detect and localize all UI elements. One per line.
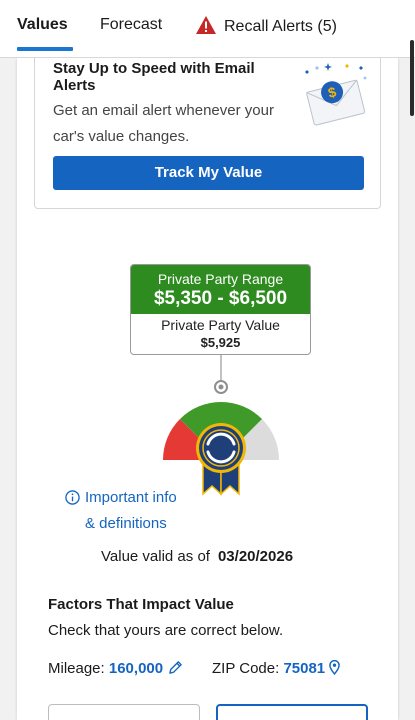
track-my-value-button[interactable]: Track My Value — [53, 156, 364, 190]
mileage-row: Mileage: 160,000 — [48, 660, 183, 677]
factors-subtitle: Check that yours are correct below. — [48, 622, 284, 639]
tab-recall-alerts[interactable]: Recall Alerts (5) — [196, 16, 337, 36]
range-value: $5,350 - $6,500 — [153, 288, 288, 309]
private-party-value-label: Private Party Value — [161, 317, 280, 333]
factors-title: Factors That Impact Value — [48, 596, 234, 613]
email-alert-card: Stay Up to Speed with Email Alerts Get a… — [34, 58, 381, 209]
tab-bar: Values Forecast Recall Alerts (5) — [0, 0, 415, 58]
range-header: Private Party Range $5,350 - $6,500 — [131, 265, 310, 314]
mileage-label: Mileage: — [48, 660, 105, 677]
private-party-value: $5,925 — [200, 335, 241, 350]
zip-value[interactable]: 75081 — [283, 660, 325, 677]
value-valid-label: Value valid as of — [101, 548, 210, 565]
tab-forecast[interactable]: Forecast — [100, 16, 162, 34]
map-pin-icon[interactable] — [329, 660, 340, 675]
secondary-button-partial[interactable] — [48, 704, 200, 720]
info-icon — [65, 490, 80, 505]
email-dollar-envelope-icon: $ — [305, 63, 367, 126]
primary-button-partial[interactable] — [216, 704, 368, 720]
scrollbar-thumb[interactable] — [410, 40, 414, 116]
pencil-icon[interactable] — [168, 660, 183, 675]
tab-values[interactable]: Values — [17, 16, 68, 34]
important-info-line1: Important info — [85, 489, 177, 506]
kbb-ribbon-badge-icon — [196, 423, 246, 473]
mileage-value[interactable]: 160,000 — [109, 660, 163, 677]
zip-label: ZIP Code: — [212, 660, 280, 677]
warning-triangle-icon — [196, 16, 216, 34]
zip-row: ZIP Code: 75081 — [212, 660, 340, 677]
private-party-range-box: Private Party Range $5,350 - $6,500 Priv… — [130, 264, 311, 355]
important-info-line2: & definitions — [85, 515, 167, 532]
value-valid-date: 03/20/2026 — [217, 548, 294, 565]
email-alert-title: Stay Up to Speed with Email Alerts — [53, 60, 255, 94]
active-tab-indicator — [17, 47, 73, 51]
range-label: Private Party Range — [157, 271, 284, 287]
email-alert-description: Get an email alert whenever your car's v… — [53, 102, 274, 145]
tab-recall-alerts-label: Recall Alerts (5) — [224, 18, 337, 35]
value-gauge — [163, 355, 279, 496]
value-valid-row: Value valid as of 03/20/2026 — [101, 548, 293, 565]
